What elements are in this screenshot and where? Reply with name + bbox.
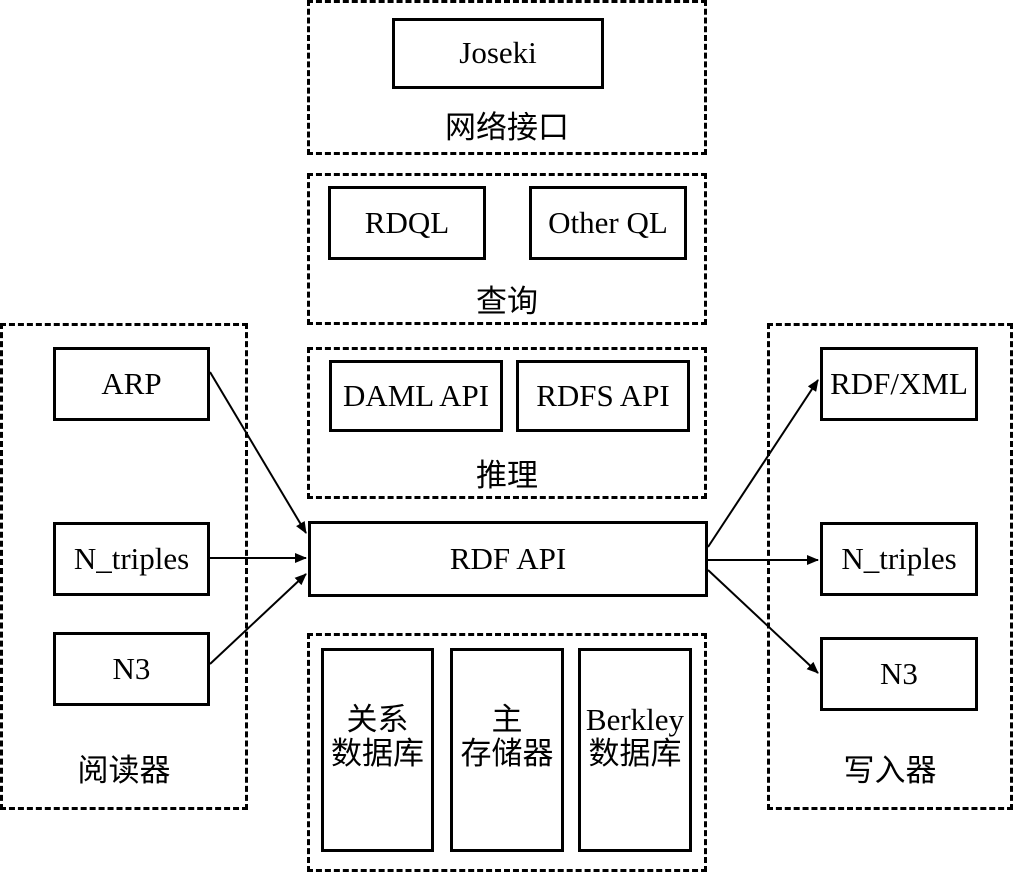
arrow-rdf-api-to-rdf-xml [707,379,819,548]
arrow-arp-to-rdf-api [209,371,307,534]
arrow-rdf-api-to-n3 [707,569,819,674]
connector-arrows [209,371,819,674]
arrow-n3-to-rdf-api [209,573,307,665]
